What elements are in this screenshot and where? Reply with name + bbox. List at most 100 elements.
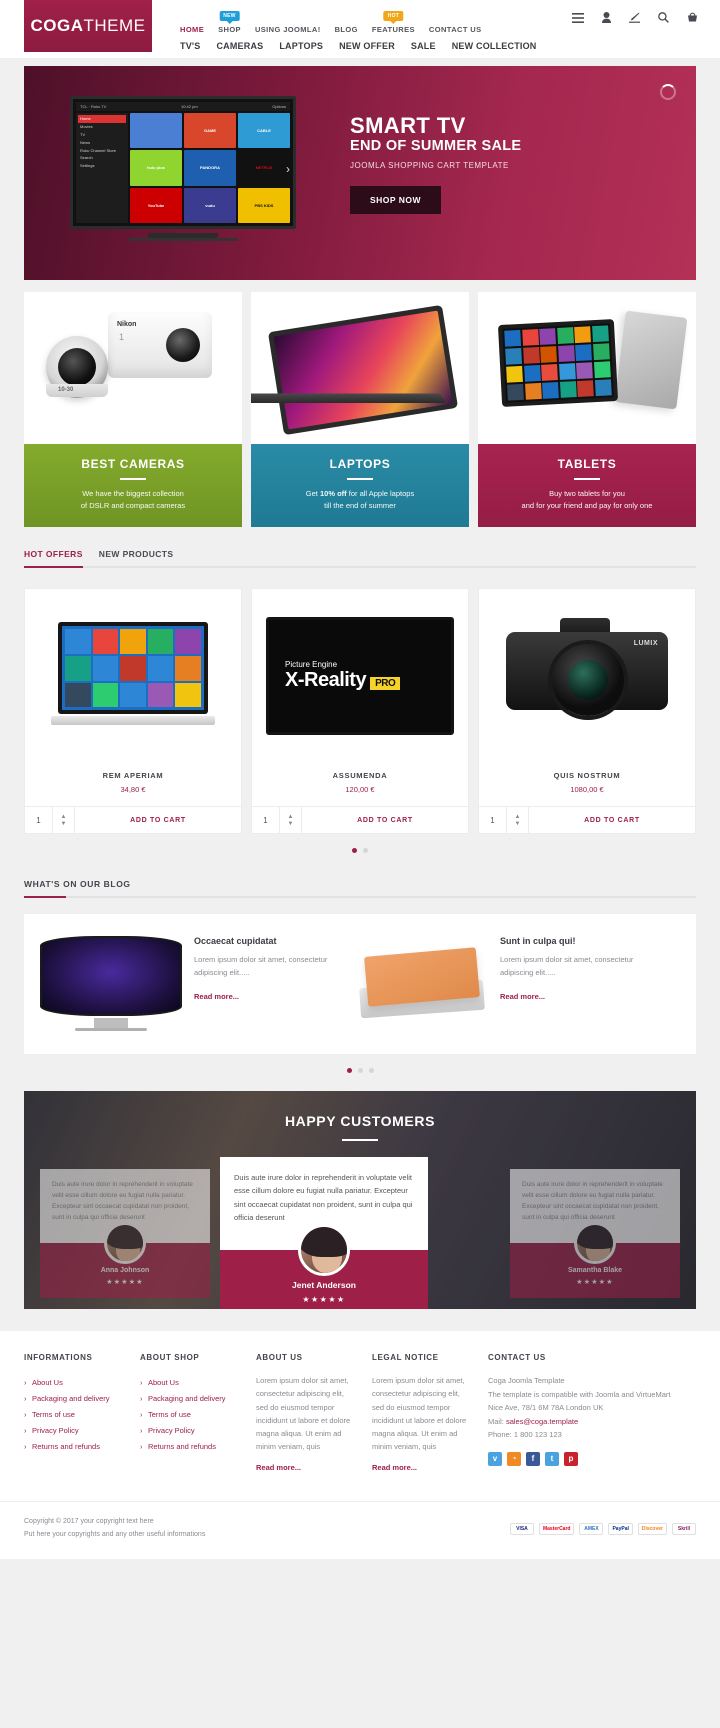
add-to-cart-button[interactable]: ADD TO CART (529, 807, 695, 833)
product-card[interactable]: LUMIX QUIS NOSTRUM 1080,00 € 1 ▲ ▼ ADD TO… (478, 588, 696, 835)
nav-item-features[interactable]: HOT FEATURES (372, 11, 415, 34)
category-band-tablets: TABLETS Buy two tablets for you and for y… (478, 444, 696, 528)
footer-link[interactable]: Packaging and delivery (140, 1390, 240, 1406)
subnav-item-sale[interactable]: SALE (411, 41, 436, 51)
carousel-dot[interactable] (363, 848, 368, 854)
footer-link[interactable]: Terms of use (24, 1406, 124, 1422)
footer-link[interactable]: About Us (140, 1374, 240, 1390)
quantity-input[interactable]: 1 (25, 807, 53, 834)
footer-link[interactable]: Terms of use (140, 1406, 240, 1422)
stepper-up-icon[interactable]: ▲ (288, 814, 294, 820)
stepper-down-icon[interactable]: ▼ (61, 821, 67, 827)
pencil-icon[interactable] (629, 12, 640, 23)
footer-link[interactable]: Privacy Policy (140, 1422, 240, 1438)
quantity-stepper[interactable]: ▲ ▼ (507, 807, 529, 834)
quantity-input[interactable]: 1 (252, 807, 280, 834)
testimonial-author: Anna Johnson (100, 1267, 150, 1275)
nav-item-blog[interactable]: BLOG (335, 25, 358, 34)
pinterest-icon[interactable]: p (564, 1451, 578, 1466)
testimonials-section: HAPPY CUSTOMERS Duis aute irure dolor in… (24, 1091, 696, 1310)
site-logo[interactable]: COGATHEME (24, 0, 152, 52)
social-links: v ◔ f t p (488, 1451, 696, 1466)
product-card[interactable]: Picture Engine X-Reality PRO ASSUMENDA 12… (251, 588, 469, 835)
footer-link[interactable]: Packaging and delivery (24, 1390, 124, 1406)
stepper-up-icon[interactable]: ▲ (61, 814, 67, 820)
hero-text-block: SMART TV END OF SUMMER SALE JOOMLA SHOPP… (350, 114, 521, 215)
add-to-cart-button[interactable]: ADD TO CART (75, 807, 241, 833)
read-more-link[interactable]: Read more... (372, 1463, 417, 1472)
quantity-stepper[interactable]: ▲ ▼ (280, 807, 302, 834)
carousel-dot[interactable] (346, 1068, 352, 1074)
category-card-tablets[interactable]: TABLETS Buy two tablets for you and for y… (478, 292, 696, 528)
nav-item-home[interactable]: HOME (180, 25, 204, 34)
stepper-down-icon[interactable]: ▼ (288, 821, 294, 827)
paypal-icon: PayPal (608, 1522, 633, 1535)
blog-post-title[interactable]: Occaecat cupidatat (194, 936, 344, 946)
subnav-item-laptops[interactable]: LAPTOPS (279, 41, 323, 51)
product-name: ASSUMENDA (332, 771, 388, 781)
testimonial-author: Jenet Anderson (292, 1279, 356, 1290)
facebook-icon[interactable]: f (526, 1451, 540, 1466)
twitter-icon[interactable]: t (545, 1451, 559, 1466)
read-more-link[interactable]: Read more... (194, 992, 239, 1001)
footer-link[interactable]: Returns and refunds (140, 1438, 240, 1454)
nav-item-shop[interactable]: NEW SHOP (218, 11, 241, 34)
shop-now-button[interactable]: SHOP NOW (350, 186, 442, 215)
menu-icon[interactable] (572, 12, 584, 23)
user-icon[interactable] (602, 12, 611, 23)
contact-company: Coga Joomla Template (488, 1376, 565, 1386)
footer-link[interactable]: Privacy Policy (24, 1422, 124, 1438)
subnav-item-tvs[interactable]: TV'S (180, 41, 200, 51)
tab-hot-offers[interactable]: HOT OFFERS (24, 549, 83, 569)
footer-link-list: About Us Packaging and delivery Terms of… (24, 1374, 124, 1454)
footer-link[interactable]: About Us (24, 1374, 124, 1390)
carousel-dot[interactable] (368, 1068, 374, 1074)
copyright-note: Put here your copyrights and any other u… (24, 1530, 206, 1538)
rating-stars: ★★★★★ (576, 1279, 614, 1287)
hero-next-arrow-icon[interactable]: › (286, 162, 300, 176)
hero-tv-image: TCL · Roku TV 10:42 pm Options Home Movies… (70, 96, 296, 241)
testimonial-card-previous[interactable]: Duis aute irure dolor in reprehenderit i… (40, 1169, 210, 1299)
product-card[interactable]: REM APERIAM 34,80 € 1 ▲ ▼ ADD TO CART (24, 588, 242, 835)
carousel-dot[interactable] (357, 1068, 363, 1074)
product-image: Picture Engine X-Reality PRO (252, 589, 468, 763)
category-card-laptops[interactable]: LAPTOPS Get 10% off for all Apple laptop… (251, 292, 469, 528)
footer-link[interactable]: Returns and refunds (24, 1438, 124, 1454)
visa-icon: VISA (509, 1522, 534, 1535)
contact-mail-link[interactable]: sales@coga.template (506, 1417, 578, 1426)
footer-col-title: LEGAL NOTICE (372, 1353, 439, 1363)
amex-icon: AMEX (579, 1522, 604, 1535)
read-more-link[interactable]: Read more... (500, 992, 545, 1001)
testimonial-card-next[interactable]: Duis aute irure dolor in reprehenderit i… (510, 1169, 680, 1299)
nav-wrapper: HOME NEW SHOP USING JOOMLA! BLOG HOT FEATU… (152, 0, 720, 58)
rss-icon[interactable]: ◔ (507, 1451, 521, 1466)
nav-item-using-joomla[interactable]: USING JOOMLA! (255, 25, 321, 34)
testimonial-card-active[interactable]: Duis aute irure dolor in reprehenderit i… (220, 1157, 428, 1310)
blog-post-title[interactable]: Sunt in culpa qui! (500, 936, 650, 946)
subnav-item-cameras[interactable]: CAMERAS (216, 41, 263, 51)
read-more-link[interactable]: Read more... (256, 1463, 301, 1472)
quantity-stepper[interactable]: ▲ ▼ (53, 807, 75, 834)
vimeo-icon[interactable]: v (488, 1451, 502, 1466)
nav-item-contact-us[interactable]: CONTACT US (429, 25, 482, 34)
blog-post-excerpt: Lorem ipsum dolor sit amet, consectetur … (194, 955, 328, 977)
badge-new: NEW (219, 11, 240, 23)
product-tabs-wrapper: HOT OFFERS NEW PRODUCTS (24, 549, 696, 569)
carousel-dot[interactable] (352, 848, 357, 854)
blog-section-header: WHAT'S ON OUR BLOG (24, 879, 696, 899)
stepper-up-icon[interactable]: ▲ (515, 814, 521, 820)
camera-image: Nikon 1 10-30 (24, 292, 242, 444)
discover-icon: Discover (637, 1522, 667, 1535)
search-icon[interactable] (658, 12, 669, 23)
tab-new-products[interactable]: NEW PRODUCTS (99, 549, 174, 566)
divider (342, 1139, 378, 1142)
stepper-down-icon[interactable]: ▼ (515, 821, 521, 827)
category-cards: Nikon 1 10-30 BEST CAMERAS We have the bi… (24, 292, 696, 528)
category-card-cameras[interactable]: Nikon 1 10-30 BEST CAMERAS We have the bi… (24, 292, 242, 528)
testimonials-heading: HAPPY CUSTOMERS (284, 1113, 436, 1130)
subnav-item-new-collection[interactable]: NEW COLLECTION (452, 41, 537, 51)
quantity-input[interactable]: 1 (479, 807, 507, 834)
add-to-cart-button[interactable]: ADD TO CART (302, 807, 468, 833)
cart-icon[interactable] (687, 12, 698, 23)
subnav-item-new-offer[interactable]: NEW OFFER (339, 41, 395, 51)
